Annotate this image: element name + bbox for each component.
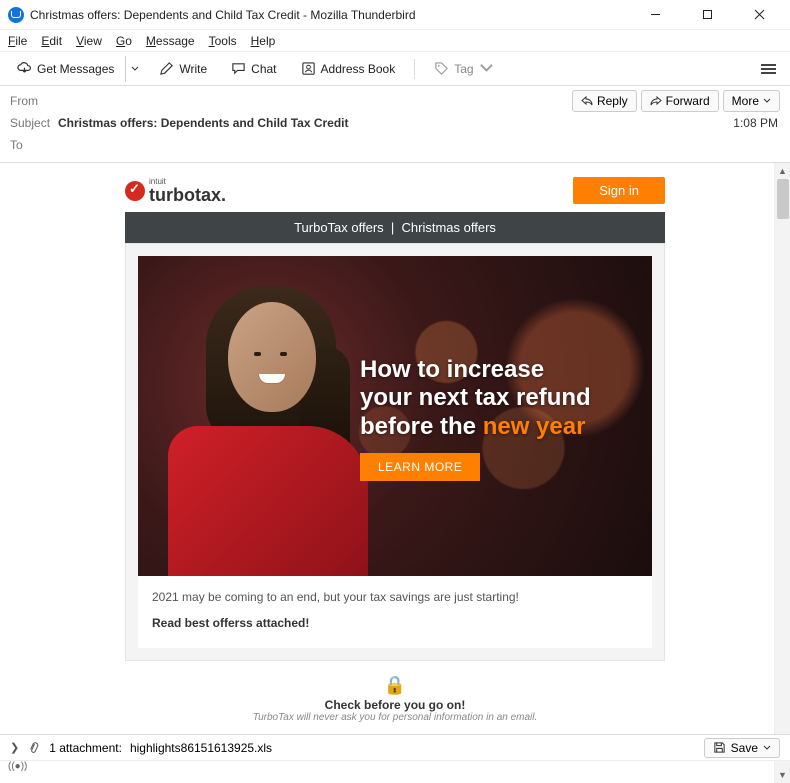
hero-person (168, 276, 378, 576)
get-messages-label: Get Messages (37, 62, 114, 76)
lock-icon: 🔒 (125, 675, 665, 696)
offers-bar-left[interactable]: TurboTax offers (294, 220, 384, 235)
attachment-filename[interactable]: highlights86151613925.xls (130, 741, 272, 755)
address-book-label: Address Book (321, 62, 396, 76)
chat-button[interactable]: Chat (222, 56, 285, 81)
tag-icon (434, 61, 449, 76)
sign-in-button[interactable]: Sign in (573, 177, 665, 204)
thunderbird-icon (8, 7, 24, 23)
menu-bar: File Edit View Go Message Tools Help (0, 30, 790, 52)
write-button[interactable]: Write (150, 56, 216, 81)
more-button[interactable]: More (723, 90, 780, 112)
offers-bar-right[interactable]: Christmas offers (402, 220, 496, 235)
get-messages-button[interactable]: Get Messages (8, 56, 123, 81)
chevron-down-icon (763, 97, 771, 105)
window-close-button[interactable] (742, 4, 776, 26)
hero-line1: How to increase (360, 356, 630, 384)
window-maximize-button[interactable] (690, 4, 724, 26)
message-time: 1:08 PM (733, 116, 778, 130)
menu-message[interactable]: Message (146, 34, 195, 48)
message-headers: From Subject Christmas offers: Dependent… (0, 86, 790, 163)
from-label: From (10, 94, 58, 108)
forward-label: Forward (666, 94, 710, 108)
learn-more-button[interactable]: LEARN MORE (360, 453, 480, 481)
menu-file[interactable]: File (8, 34, 27, 48)
save-attachment-button[interactable]: Save (704, 738, 780, 758)
chat-label: Chat (251, 62, 276, 76)
chevron-down-icon (763, 744, 771, 752)
reply-button[interactable]: Reply (572, 90, 637, 112)
forward-button[interactable]: Forward (641, 90, 719, 112)
chevron-down-icon (479, 61, 494, 76)
check-title: Check before you go on! (125, 698, 665, 712)
status-bar: ((●)) (0, 760, 790, 774)
forward-icon (650, 95, 662, 107)
save-icon (713, 741, 726, 754)
offers-bar: TurboTax offers | Christmas offers (125, 212, 665, 243)
attachment-bar: ❯ 1 attachment: highlights86151613925.xl… (0, 734, 790, 760)
caption-line1: 2021 may be coming to an end, but your t… (152, 590, 638, 604)
paperclip-icon (25, 739, 43, 757)
menu-help[interactable]: Help (251, 34, 276, 48)
menu-tools[interactable]: Tools (209, 34, 237, 48)
turbotax-logo: intuitturbotax. (125, 178, 226, 204)
subject-label: Subject (10, 116, 58, 130)
main-toolbar: Get Messages Write Chat Address Book Tag (0, 52, 790, 86)
expand-attachments-icon[interactable]: ❯ (10, 741, 19, 754)
to-label: To (10, 138, 58, 152)
email-content: intuitturbotax. Sign in TurboTax offers … (125, 171, 665, 723)
chevron-down-icon (131, 65, 139, 73)
attachment-count: 1 attachment: (49, 741, 122, 755)
chat-icon (231, 61, 246, 76)
window-minimize-button[interactable] (638, 4, 672, 26)
reply-icon (581, 95, 593, 107)
get-messages-dropdown[interactable] (125, 56, 144, 82)
hero-banner: How to increase your next tax refund bef… (138, 256, 652, 576)
address-book-icon (301, 61, 316, 76)
save-label: Save (731, 741, 758, 755)
brand-name: turbotax (149, 185, 221, 205)
message-body: PC intuitturbotax. Sign in TurboTax offe… (0, 163, 790, 783)
window-titlebar: Christmas offers: Dependents and Child T… (0, 0, 790, 30)
checkmark-icon (125, 181, 145, 201)
caption-line2: Read best offerss attached! (152, 616, 638, 630)
write-label: Write (179, 62, 207, 76)
scrollbar[interactable]: ▲ ▼ (774, 163, 790, 783)
subject-value: Christmas offers: Dependents and Child T… (58, 116, 349, 130)
app-menu-button[interactable] (755, 58, 782, 80)
scrollbar-thumb[interactable] (777, 179, 789, 219)
tag-label: Tag (454, 62, 473, 76)
menu-go[interactable]: Go (116, 34, 132, 48)
download-cloud-icon (17, 61, 32, 76)
toolbar-separator (414, 59, 415, 79)
tag-button[interactable]: Tag (425, 56, 502, 81)
check-subtitle: TurboTax will never ask you for personal… (125, 712, 665, 723)
pencil-icon (159, 61, 174, 76)
hero-line3: before the new year (360, 413, 630, 441)
menu-view[interactable]: View (76, 34, 102, 48)
reply-label: Reply (597, 94, 628, 108)
window-title: Christmas offers: Dependents and Child T… (30, 8, 638, 22)
more-label: More (732, 94, 759, 108)
address-book-button[interactable]: Address Book (292, 56, 405, 81)
hero-line2: your next tax refund (360, 384, 630, 412)
menu-edit[interactable]: Edit (41, 34, 62, 48)
scroll-up-icon[interactable]: ▲ (775, 163, 790, 179)
